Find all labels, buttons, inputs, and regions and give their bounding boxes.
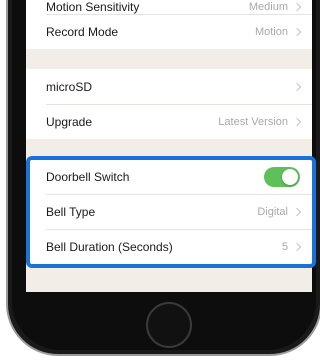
row-value: Digital <box>257 205 288 218</box>
toggle-knob <box>282 168 298 185</box>
home-button[interactable] <box>146 302 192 348</box>
section-gap <box>26 264 312 292</box>
row-bell-type[interactable]: Bell Type Digital <box>26 194 312 229</box>
row-label: Bell Type <box>46 204 96 219</box>
chevron-right-icon <box>292 207 302 216</box>
row-upgrade[interactable]: Upgrade Latest Version <box>26 104 312 139</box>
chevron-right-icon <box>292 82 302 91</box>
doorbell-switch-toggle[interactable] <box>264 166 300 187</box>
row-value: Latest Version <box>218 115 288 128</box>
settings-screen: Motion Sensitivity Medium Record Mode Mo… <box>26 0 312 292</box>
row-label: Motion Sensitivity <box>46 0 140 14</box>
row-label: microSD <box>46 79 93 94</box>
row-label: Record Mode <box>46 24 119 39</box>
section-gap <box>26 139 312 159</box>
chevron-right-icon <box>292 2 302 12</box>
row-bell-duration[interactable]: Bell Duration (Seconds) 5 <box>26 229 312 264</box>
row-record-mode[interactable]: Record Mode Motion <box>26 14 312 49</box>
row-label: Doorbell Switch <box>46 169 130 184</box>
chevron-right-icon <box>292 27 302 36</box>
row-label: Upgrade <box>46 114 93 129</box>
row-label: Bell Duration (Seconds) <box>46 239 173 254</box>
row-value: 5 <box>281 240 288 253</box>
settings-section-top: Motion Sensitivity Medium Record Mode Mo… <box>26 0 312 49</box>
row-microsd[interactable]: microSD <box>26 69 312 104</box>
section-gap <box>26 49 312 69</box>
row-value: Medium <box>248 1 288 13</box>
row-value: Motion <box>254 25 288 38</box>
row-doorbell-switch: Doorbell Switch <box>26 159 312 194</box>
row-motion-sensitivity[interactable]: Motion Sensitivity Medium <box>26 0 312 14</box>
settings-section-storage: microSD Upgrade Latest Version <box>26 69 312 139</box>
settings-section-bell: Doorbell Switch Bell Type Digital Bell D… <box>26 159 312 264</box>
chevron-right-icon <box>292 117 302 126</box>
chevron-right-icon <box>292 242 302 251</box>
